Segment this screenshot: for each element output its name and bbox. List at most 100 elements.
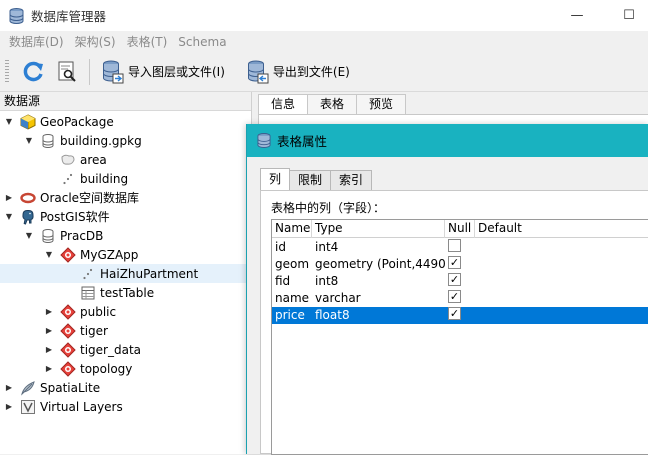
dialog-title-bar[interactable]: 表格属性	[247, 124, 648, 157]
cell-type[interactable]: int8	[312, 273, 445, 290]
expand-open-icon[interactable]: ▼	[24, 231, 34, 241]
database-icon	[40, 133, 56, 149]
import-layer-button[interactable]: 导入图层或文件(I)	[98, 57, 229, 87]
tree-item-label: GeoPackage	[40, 114, 114, 129]
cell-type[interactable]: float8	[312, 307, 445, 324]
export-file-button[interactable]: 导出到文件(E)	[243, 57, 354, 87]
tree-item-label: tiger_data	[80, 342, 142, 357]
schema-icon	[60, 322, 76, 339]
cell-default[interactable]	[475, 290, 648, 307]
expand-open-icon[interactable]: ▼	[4, 212, 14, 222]
data-source-panel: 数据源 ▼ GeoPackage ▼ building.gpkg area buildin…	[0, 92, 252, 454]
tree-item-label: building.gpkg	[60, 133, 142, 148]
cell-default[interactable]	[475, 273, 648, 290]
cell-null: ✓	[445, 307, 475, 324]
expand-closed-icon[interactable]: ▶	[44, 326, 54, 336]
spatialite-feather-icon	[20, 380, 36, 396]
toolbar-grip[interactable]	[5, 59, 9, 84]
header-name[interactable]: Name	[272, 220, 312, 238]
null-checkbox[interactable]: ✓	[448, 307, 461, 320]
virtual-layer-icon	[20, 399, 36, 415]
expand-open-icon[interactable]: ▼	[44, 250, 54, 260]
expand-closed-icon[interactable]: ▶	[4, 383, 14, 393]
expand-closed-icon[interactable]: ▶	[4, 193, 14, 203]
tree-item[interactable]: area	[0, 150, 251, 169]
tree-item[interactable]: ▶ SpatiaLite	[0, 378, 251, 397]
tree-item[interactable]: ▼ MyGZApp	[0, 245, 251, 264]
tree-item[interactable]: ▶ Virtual Layers	[0, 397, 251, 416]
menu-table[interactable]: 表格(T)	[122, 33, 174, 50]
tree-item[interactable]: ▶ tiger_data	[0, 340, 251, 359]
database-export-icon	[247, 60, 269, 83]
tree-item-label: testTable	[100, 285, 155, 300]
table-row[interactable]: name varchar ✓	[272, 290, 648, 307]
minimize-button[interactable]: —	[554, 0, 600, 31]
null-checkbox[interactable]	[448, 239, 461, 252]
sql-window-button[interactable]	[53, 57, 81, 87]
tree-item[interactable]: HaiZhuPartment	[0, 264, 251, 283]
tree-item[interactable]: ▶ topology	[0, 359, 251, 378]
cell-name[interactable]: id	[272, 239, 312, 256]
tree-item[interactable]: ▼ GeoPackage	[0, 112, 251, 131]
tree-item-label: area	[80, 152, 107, 167]
menu-schema-en[interactable]: Schema	[173, 35, 232, 49]
cell-name[interactable]: price	[272, 307, 312, 324]
toolbar: 导入图层或文件(I) 导出到文件(E)	[0, 52, 648, 92]
table-row[interactable]: price float8 ✓	[272, 307, 648, 324]
tree-item-label: topology	[80, 361, 133, 376]
menu-database[interactable]: 数据库(D)	[4, 33, 70, 50]
menu-schema[interactable]: 架构(S)	[70, 33, 122, 50]
dialog-title: 表格属性	[277, 134, 328, 149]
point-layer-icon	[60, 171, 76, 187]
maximize-button[interactable]: ☐	[606, 0, 648, 31]
tree-item[interactable]: building	[0, 169, 251, 188]
expand-closed-icon[interactable]: ▶	[44, 364, 54, 374]
cell-name[interactable]: geom	[272, 256, 312, 273]
cell-default[interactable]	[475, 256, 648, 273]
expand-closed-icon[interactable]: ▶	[44, 345, 54, 355]
cell-default[interactable]	[475, 307, 648, 324]
header-null[interactable]: Null	[445, 220, 475, 238]
tab-indexes[interactable]: 索引	[330, 170, 373, 190]
header-type[interactable]: Type	[312, 220, 445, 238]
cell-name[interactable]: fid	[272, 273, 312, 290]
tree-item[interactable]: ▼ PostGIS软件	[0, 207, 251, 226]
header-default[interactable]: Default	[475, 220, 648, 238]
oracle-icon	[20, 190, 36, 206]
refresh-button[interactable]	[17, 57, 49, 87]
cell-null: ✓	[445, 256, 475, 273]
null-checkbox[interactable]: ✓	[448, 290, 461, 303]
cell-type[interactable]: int4	[312, 239, 445, 256]
cell-type[interactable]: varchar	[312, 290, 445, 307]
tab-constraints[interactable]: 限制	[289, 170, 332, 190]
tree-item[interactable]: ▼ PracDB	[0, 226, 251, 245]
import-layer-label: 导入图层或文件(I)	[128, 65, 225, 79]
cell-null: ✓	[445, 273, 475, 290]
expand-closed-icon[interactable]: ▶	[44, 307, 54, 317]
table-row[interactable]: id int4	[272, 239, 648, 256]
tab-info[interactable]: 信息	[258, 94, 309, 114]
cell-default[interactable]	[475, 239, 648, 256]
table-row[interactable]: fid int8 ✓	[272, 273, 648, 290]
expand-closed-icon[interactable]: ▶	[4, 402, 14, 412]
table-row[interactable]: geom geometry (Point,4490) ✓	[272, 256, 648, 273]
tree-item[interactable]: ▶ Oracle空间数据库	[0, 188, 251, 207]
tree-item[interactable]: testTable	[0, 283, 251, 302]
tab-columns[interactable]: 列	[260, 168, 291, 190]
tree-item-label: public	[80, 304, 117, 319]
expand-open-icon[interactable]: ▼	[4, 117, 14, 127]
null-checkbox[interactable]: ✓	[448, 273, 461, 286]
expand-open-icon[interactable]: ▼	[24, 136, 34, 146]
null-checkbox[interactable]: ✓	[448, 256, 461, 269]
schema-icon	[60, 303, 76, 320]
tree-item[interactable]: ▶ tiger	[0, 321, 251, 340]
cell-name[interactable]: name	[272, 290, 312, 307]
tree-item[interactable]: ▶ public	[0, 302, 251, 321]
tab-table[interactable]: 表格	[307, 94, 358, 114]
tab-preview[interactable]: 预览	[356, 94, 407, 114]
check-icon: ✓	[449, 290, 460, 303]
tree-item[interactable]: ▼ building.gpkg	[0, 131, 251, 150]
cell-type[interactable]: geometry (Point,4490)	[312, 256, 445, 273]
